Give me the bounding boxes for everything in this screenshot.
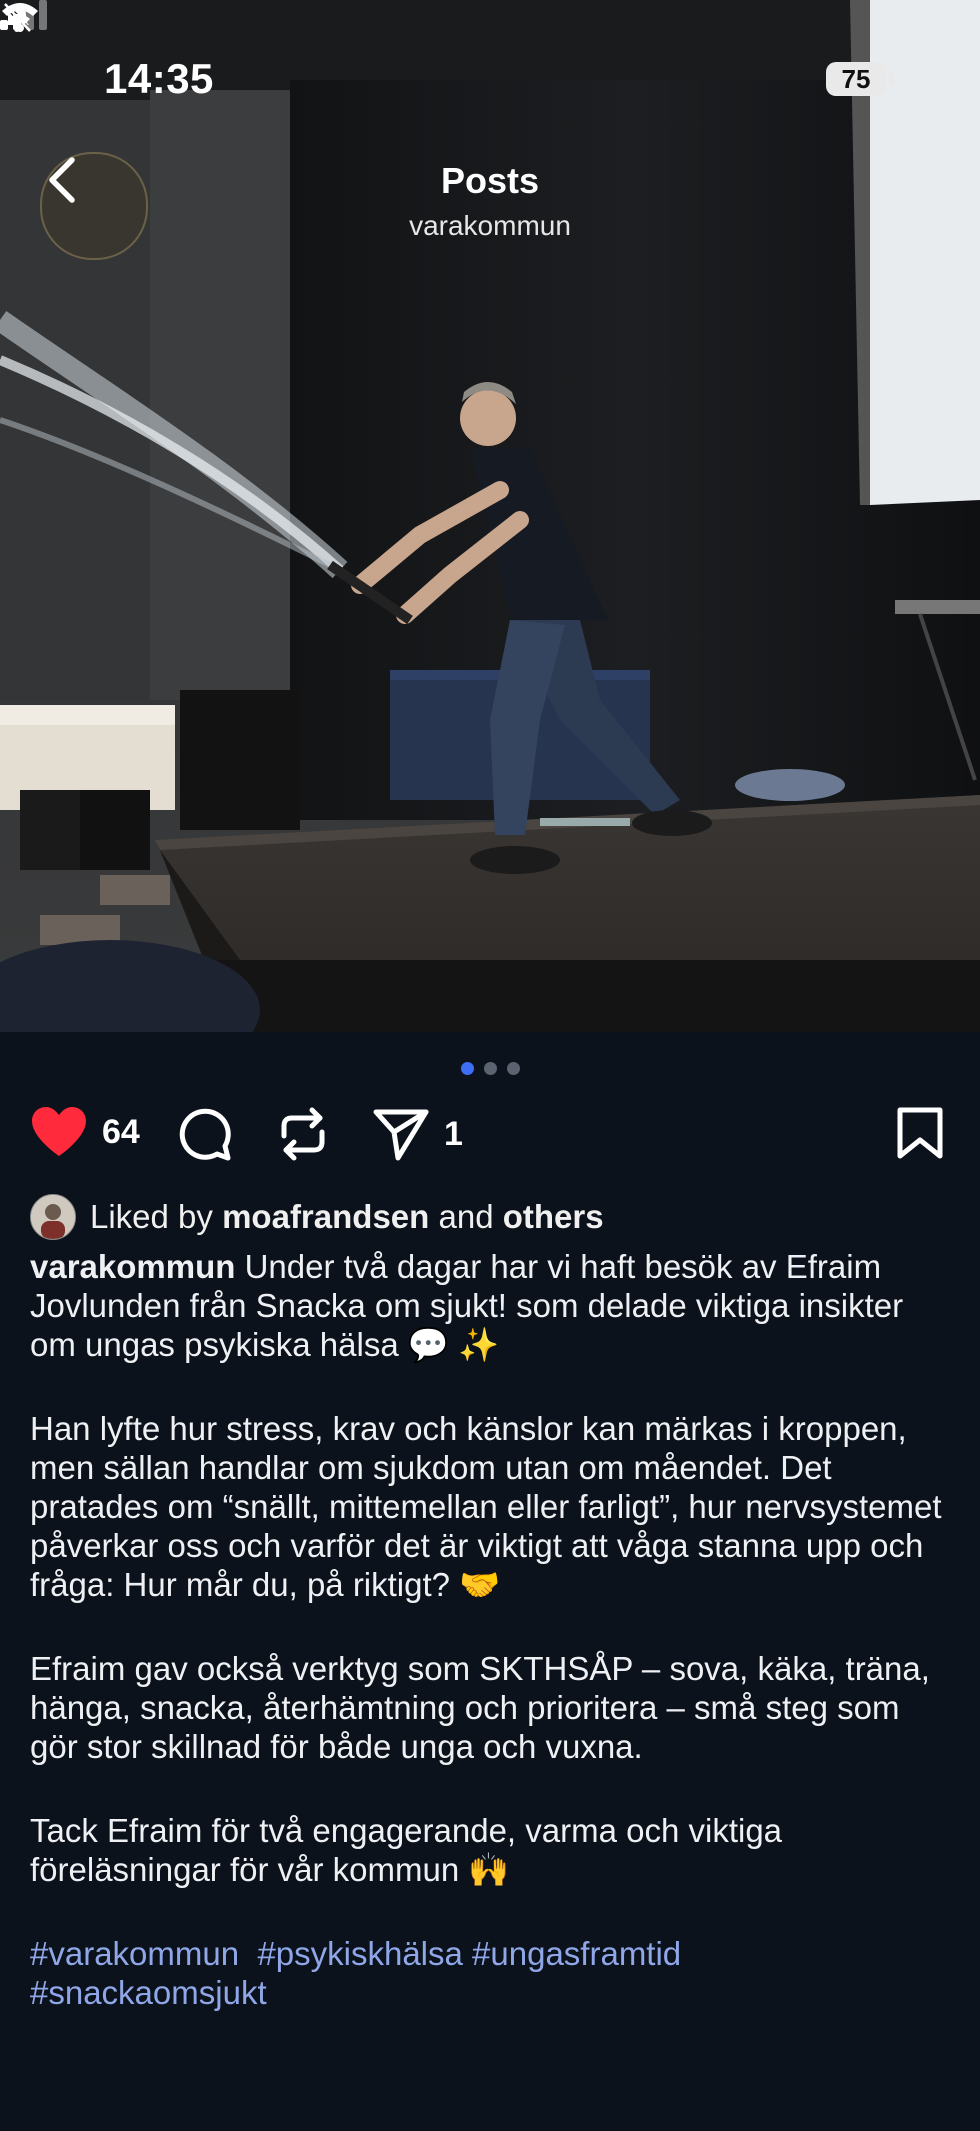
hashtag-list: #varakommun #psykiskhälsa #ungasframtid … bbox=[30, 1934, 950, 2012]
page-title: Posts bbox=[440, 160, 540, 201]
liked-by-prefix: Liked by bbox=[90, 1198, 213, 1235]
caption-paragraph-3: Efraim gav också verktyg som SKTHSÅP – s… bbox=[30, 1650, 930, 1765]
pager-dot-active bbox=[460, 1062, 474, 1075]
hashtag-link[interactable]: #psykiskhälsa bbox=[257, 1935, 462, 1972]
post-action-bar: 64 1 bbox=[0, 1100, 980, 1170]
hashtag-link[interactable]: #varakommun bbox=[30, 1935, 239, 1972]
hashtag-link[interactable]: #snackaomsjukt bbox=[30, 1974, 267, 2011]
caption-username[interactable]: varakommun bbox=[30, 1248, 235, 1285]
wifi-icon bbox=[2, 3, 38, 32]
share-count: 1 bbox=[444, 1114, 463, 1153]
like-button[interactable]: 64 bbox=[30, 1106, 140, 1158]
liked-by-row[interactable]: Liked by moafrandsen and others bbox=[30, 1194, 604, 1240]
repost-icon bbox=[281, 1107, 325, 1161]
status-time: 14:35 bbox=[104, 55, 214, 102]
share-button[interactable]: 1 bbox=[372, 1106, 463, 1162]
status-bar: 14:35 75 bbox=[0, 0, 980, 160]
bookmark-icon bbox=[897, 1107, 943, 1159]
caption-paragraph-2: Han lyfte hur stress, krav och känslor k… bbox=[30, 1410, 942, 1603]
caption-paragraph-1: varakommun Under två dagar har vi haft b… bbox=[30, 1247, 950, 1364]
save-button[interactable] bbox=[896, 1106, 944, 1160]
send-icon bbox=[373, 1109, 429, 1161]
repost-button[interactable] bbox=[276, 1106, 330, 1162]
pager-dot bbox=[483, 1062, 497, 1075]
liked-by-user[interactable]: moafrandsen bbox=[222, 1198, 429, 1236]
heart-icon bbox=[32, 1107, 86, 1156]
page-subtitle[interactable]: varakommun bbox=[0, 210, 980, 242]
caption-paragraph-4: Tack Efraim för två engagerande, varma o… bbox=[30, 1812, 783, 1888]
post-photo[interactable]: 14:35 75 Posts varakommun bbox=[0, 0, 980, 1032]
liked-by-others[interactable]: others bbox=[503, 1198, 604, 1236]
avatar bbox=[30, 1194, 76, 1240]
battery-tip bbox=[889, 72, 894, 86]
post-caption: varakommun Under två dagar har vi haft b… bbox=[30, 1247, 950, 2057]
pager-dot bbox=[506, 1062, 520, 1075]
hashtag-link[interactable]: #ungasframtid bbox=[472, 1935, 681, 1972]
battery-icon: 75 bbox=[826, 62, 886, 96]
comment-button[interactable] bbox=[176, 1106, 232, 1162]
comment-icon bbox=[179, 1108, 231, 1161]
carousel-pager bbox=[0, 1062, 980, 1075]
liked-by-and: and bbox=[438, 1198, 494, 1235]
like-count: 64 bbox=[102, 1112, 140, 1151]
